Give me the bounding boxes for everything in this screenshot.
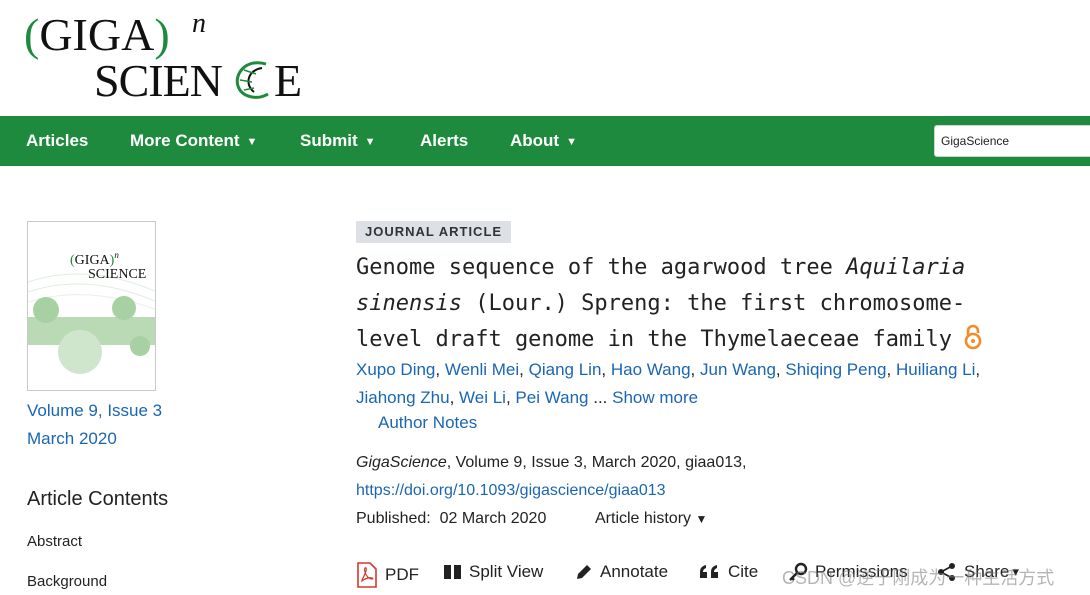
dna-c-icon — [235, 61, 269, 99]
citation-details: , Volume 9, Issue 3, March 2020, giaa013… — [446, 454, 747, 471]
author-link[interactable]: Jiahong Zhu — [356, 388, 450, 407]
citation: GigaScience, Volume 9, Issue 3, March 20… — [356, 454, 746, 472]
pdf-icon — [357, 562, 377, 588]
nav-about[interactable]: About ▼ — [510, 116, 577, 166]
nav-submit-label: Submit — [300, 131, 358, 150]
issue-volume-link[interactable]: Volume 9, Issue 3 — [27, 401, 162, 421]
published-date: Published: 02 March 2020 — [356, 510, 546, 528]
published-value: 02 March 2020 — [439, 510, 547, 527]
logo-superscript: n — [192, 8, 206, 39]
published-label: Published: — [356, 510, 431, 527]
author-list: Xupo Ding, Wenli Mei, Qiang Lin, Hao Wan… — [356, 360, 981, 407]
article-contents-title: Article Contents — [27, 488, 169, 510]
author-link[interactable]: Pei Wang — [515, 388, 588, 407]
author-link[interactable]: Wenli Mei — [445, 360, 519, 379]
nav-more-content[interactable]: More Content ▼ — [130, 116, 257, 166]
annotate-button[interactable]: Annotate — [575, 562, 668, 582]
pdf-button[interactable]: PDF — [356, 562, 419, 588]
logo-giga: GIGA — [39, 9, 154, 60]
split-view-button[interactable]: Split View — [444, 562, 543, 582]
main-nav: Articles More Content ▼ Submit ▼ Alerts Ab… — [0, 116, 1090, 166]
author-link[interactable]: Huiliang Li — [896, 360, 975, 379]
caret-down-icon: ▼ — [695, 512, 708, 526]
svg-text:E: E — [274, 55, 302, 103]
nav-alerts-label: Alerts — [420, 131, 469, 150]
author-link[interactable]: Qiang Lin — [529, 360, 602, 379]
nav-articles-label: Articles — [26, 131, 89, 150]
issue-date-link[interactable]: March 2020 — [27, 429, 117, 449]
nav-submit[interactable]: Submit ▼ — [300, 116, 376, 166]
author-link[interactable]: Hao Wang — [611, 360, 691, 379]
cite-button[interactable]: Cite — [699, 562, 758, 582]
doi-link[interactable]: https://doi.org/10.1093/gigascience/giaa… — [356, 482, 666, 500]
gigascience-logo[interactable]: (GIGA) n SCIEN E — [24, 8, 314, 103]
quote-icon — [700, 565, 718, 578]
nav-more-content-label: More Content — [130, 131, 240, 150]
author-link[interactable]: Xupo Ding — [356, 360, 435, 379]
annotate-label: Annotate — [600, 562, 669, 581]
csdn-watermark: CSDN @逆于刚成为一种生活方式 — [782, 568, 1055, 588]
author-link[interactable]: Jun Wang — [700, 360, 776, 379]
author-notes-link[interactable]: Author Notes — [378, 413, 477, 433]
split-view-label: Split View — [469, 562, 544, 581]
author-link[interactable]: Wei Li — [459, 388, 506, 407]
title-part-1: Genome sequence of the agarwood tree — [356, 255, 847, 280]
article-title: Genome sequence of the agarwood tree Aqu… — [356, 250, 1016, 362]
cite-label: Cite — [728, 562, 759, 581]
pdf-label: PDF — [385, 565, 419, 584]
split-view-icon — [444, 565, 461, 579]
issue-cover-image[interactable]: (GIGA)n SCIENCE — [27, 221, 156, 391]
article-history-label: Article history — [595, 510, 692, 527]
show-more-authors-button[interactable]: Show more — [612, 388, 698, 407]
contents-item-background[interactable]: Background — [27, 573, 107, 590]
gigascience-logo-graphic: (GIGA) n SCIEN E — [24, 8, 302, 103]
author-ellipsis: ... — [588, 388, 613, 407]
nav-alerts[interactable]: Alerts — [420, 116, 468, 166]
svg-text:(GIGA)n: (GIGA)n — [70, 250, 119, 268]
pencil-icon — [577, 565, 591, 579]
nav-articles[interactable]: Articles — [26, 116, 88, 166]
cover-graphic: (GIGA)n SCIENCE — [28, 222, 155, 390]
nav-about-label: About — [510, 131, 560, 150]
svg-text:SCIENCE: SCIENCE — [88, 267, 146, 282]
article-type-badge: JOURNAL ARTICLE — [356, 221, 512, 243]
caret-down-icon: ▼ — [364, 136, 376, 148]
citation-journal: GigaScience — [356, 454, 447, 471]
search-input[interactable]: GigaScience — [934, 125, 1090, 157]
contents-item-abstract[interactable]: Abstract — [27, 533, 82, 550]
caret-down-icon: ▼ — [246, 136, 258, 148]
article-history-button[interactable]: Article history ▼ — [595, 510, 707, 528]
svg-text:(GIGA): (GIGA) — [24, 9, 170, 60]
author-link[interactable]: Shiqing Peng — [785, 360, 886, 379]
svg-text:SCIEN: SCIEN — [94, 55, 223, 103]
caret-down-icon: ▼ — [566, 136, 577, 148]
